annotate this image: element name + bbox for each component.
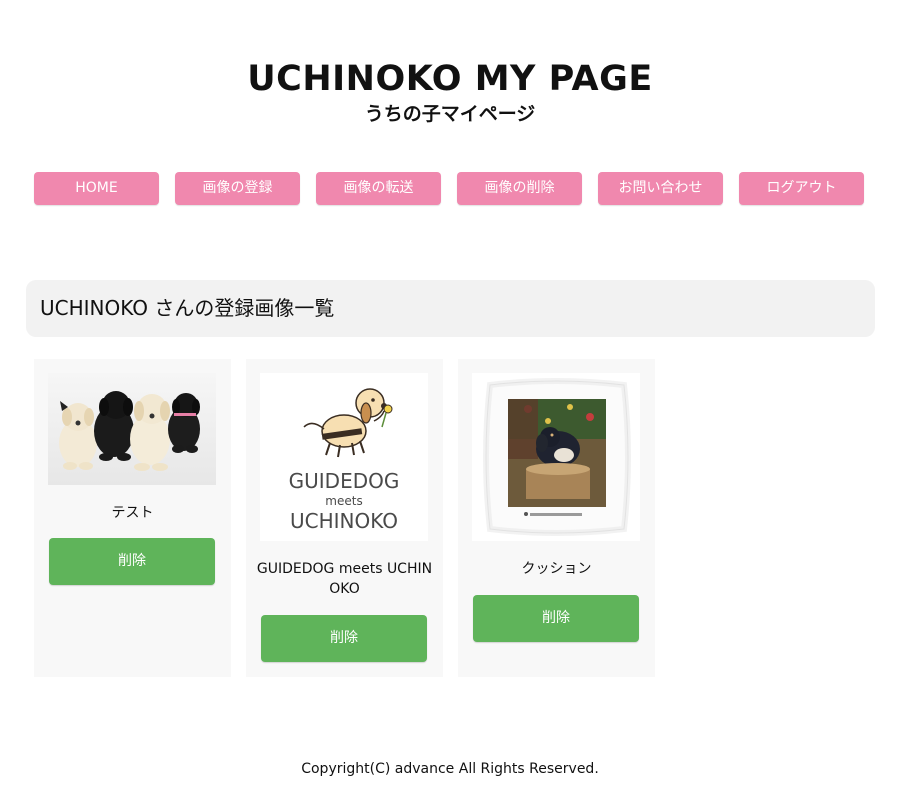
delete-button[interactable]: 削除 xyxy=(473,595,639,642)
dog-cushion-photo[interactable] xyxy=(472,373,640,541)
nav-delete-image-button[interactable]: 画像の削除 xyxy=(457,172,582,205)
logo-text-line1: GUIDEDOG xyxy=(289,469,400,493)
puppies-photo[interactable] xyxy=(48,373,216,485)
image-card: テスト 削除 xyxy=(34,359,231,677)
nav-logout-button[interactable]: ログアウト xyxy=(739,172,864,205)
delete-button[interactable]: 削除 xyxy=(261,615,427,662)
site-subtitle: うちの子マイページ xyxy=(364,103,536,125)
image-title: テスト xyxy=(111,505,154,521)
image-card: GUIDEDOG meets UCHINOKO GUIDEDOG meets U… xyxy=(246,359,443,677)
nav-home-button[interactable]: HOME xyxy=(34,172,159,205)
logo-text-line3: UCHINOKO xyxy=(290,509,398,533)
section-header: UCHINOKO さんの登録画像一覧 xyxy=(26,280,875,337)
nav-register-image-button[interactable]: 画像の登録 xyxy=(175,172,300,205)
section-title: UCHINOKO さんの登録画像一覧 xyxy=(40,296,335,320)
nav-transfer-image-button[interactable]: 画像の転送 xyxy=(316,172,441,205)
nav-contact-button[interactable]: お問い合わせ xyxy=(598,172,723,205)
guidedog-logo[interactable]: GUIDEDOG meets UCHINOKO xyxy=(260,373,428,541)
delete-button[interactable]: 削除 xyxy=(49,538,215,585)
main-nav: HOME 画像の登録 画像の転送 画像の削除 お問い合わせ ログアウト xyxy=(34,172,866,206)
footer-copyright: Copyright(C) advance All Rights Reserved… xyxy=(301,761,599,777)
logo-text-line2: meets xyxy=(325,494,362,508)
image-card: クッション 削除 xyxy=(458,359,655,677)
image-title: GUIDEDOG meets UCHINOKO xyxy=(256,561,433,597)
site-title: UCHINOKO MY PAGE xyxy=(247,59,653,99)
image-title: クッション xyxy=(521,561,592,577)
